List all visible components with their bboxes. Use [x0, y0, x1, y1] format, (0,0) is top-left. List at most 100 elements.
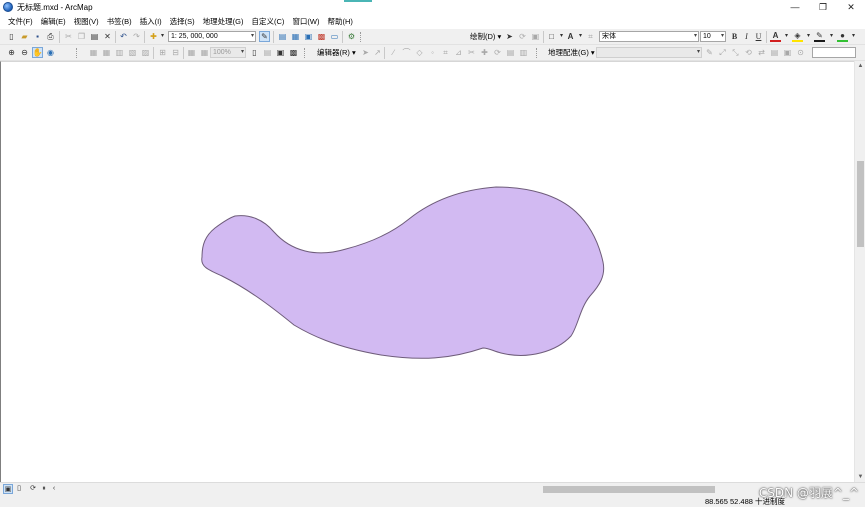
close-button[interactable]: ✕: [837, 0, 865, 14]
map-scale-combo[interactable]: 1: 25, 000, 000 ▾: [168, 31, 256, 42]
attributes-icon[interactable]: ▤: [505, 47, 516, 58]
menu-windows[interactable]: 窗口(W): [288, 14, 323, 29]
marker-color-dropdown-icon[interactable]: ▾: [848, 31, 859, 42]
search-window-icon[interactable]: ▣: [303, 31, 314, 42]
underline-button[interactable]: U: [753, 31, 764, 42]
arctoolbox-icon[interactable]: ▩: [316, 31, 327, 42]
toolbar-grip[interactable]: [360, 32, 363, 42]
delete-links-icon[interactable]: ⤡: [730, 47, 741, 58]
open-folder-icon[interactable]: ▰: [19, 31, 30, 42]
marker-color-icon[interactable]: ●: [837, 31, 848, 42]
pan-hand-icon[interactable]: ✋: [32, 47, 43, 58]
georef-layer-combo[interactable]: ▾: [596, 47, 702, 58]
layout-zoom-out-icon[interactable]: ⊟: [170, 47, 181, 58]
zoom-to-selected-icon[interactable]: ▣: [530, 31, 541, 42]
zoom-percent-combo[interactable]: 100% ▾: [210, 47, 246, 58]
table-of-contents-icon[interactable]: ▤: [277, 31, 288, 42]
copy-icon[interactable]: ❐: [76, 31, 87, 42]
map-polygon-feature[interactable]: [201, 186, 605, 359]
edit-vertices-icon[interactable]: ⌗: [585, 31, 596, 42]
font-size-combo[interactable]: 10 ▾: [700, 31, 726, 42]
toolbar-grip[interactable]: [536, 48, 539, 58]
menu-bookmarks[interactable]: 书签(B): [103, 14, 136, 29]
go-back-icon[interactable]: ▥: [114, 47, 125, 58]
layout-view-icon[interactable]: ▯: [14, 484, 24, 494]
menu-selection[interactable]: 选择(S): [166, 14, 199, 29]
font-color-dropdown-icon[interactable]: ▾: [781, 31, 792, 42]
fill-color-icon[interactable]: ◈: [792, 31, 803, 42]
reshape-icon[interactable]: ⊿: [453, 47, 464, 58]
rotate-raster-icon[interactable]: ⟲: [743, 47, 754, 58]
modelbuilder-icon[interactable]: ⚙: [346, 31, 357, 42]
refresh-icon[interactable]: ⟳: [28, 484, 38, 494]
scroll-down-icon[interactable]: ▼: [855, 472, 865, 482]
vertical-scroll-thumb[interactable]: [857, 161, 864, 247]
menu-customize[interactable]: 自定义(C): [248, 14, 289, 29]
drawing-menu[interactable]: 绘制(D) ▾: [470, 31, 501, 42]
fill-color-dropdown-icon[interactable]: ▾: [803, 31, 814, 42]
zoom-out-icon[interactable]: ⊖: [19, 47, 30, 58]
delete-icon[interactable]: ✕: [102, 31, 113, 42]
data-view-icon[interactable]: ▣: [3, 484, 13, 494]
rotate-feature-icon[interactable]: ⟳: [492, 47, 503, 58]
menu-insert[interactable]: 插入(I): [136, 14, 166, 29]
georeferencing-menu[interactable]: 地理配准(G) ▾: [548, 47, 595, 58]
undo-icon[interactable]: ↶: [118, 31, 129, 42]
scroll-up-icon[interactable]: ▲: [855, 61, 865, 71]
add-data-dropdown-icon[interactable]: ▾: [157, 31, 168, 42]
horizontal-scrollbar[interactable]: [60, 485, 854, 494]
paste-icon[interactable]: ▤: [89, 31, 100, 42]
minimize-button[interactable]: —: [781, 0, 809, 14]
toolbar-grip[interactable]: [304, 48, 307, 58]
scroll-left-icon[interactable]: ‹: [49, 484, 59, 494]
go-forward-icon[interactable]: ▧: [127, 47, 138, 58]
cut-polygons-icon[interactable]: ✂: [466, 47, 477, 58]
edit-tool-icon[interactable]: ➤: [360, 47, 371, 58]
zoom-whole-page-icon[interactable]: ▦: [199, 47, 210, 58]
italic-button[interactable]: I: [741, 31, 752, 42]
print-icon[interactable]: ⎙: [45, 31, 56, 42]
layout-zoom-in-icon[interactable]: ⊞: [157, 47, 168, 58]
map-display[interactable]: [0, 61, 865, 482]
shift-raster-icon[interactable]: ⇄: [756, 47, 767, 58]
line-color-icon[interactable]: ✎: [814, 31, 825, 42]
link-table-icon[interactable]: ▤: [769, 47, 780, 58]
save-icon[interactable]: ▪: [32, 31, 43, 42]
straight-segment-icon[interactable]: ∕: [388, 47, 399, 58]
fixed-zoom-in-icon[interactable]: ▦: [88, 47, 99, 58]
pause-drawing-icon[interactable]: ⏸: [39, 484, 49, 494]
rotate-icon[interactable]: ⟳: [517, 31, 528, 42]
menu-help[interactable]: 帮助(H): [324, 14, 357, 29]
split-icon[interactable]: ✚: [479, 47, 490, 58]
data-driven-pages-icon[interactable]: ▩: [288, 47, 299, 58]
toolbar-grip[interactable]: [76, 48, 79, 58]
end-point-arc-icon[interactable]: ⌒: [401, 47, 412, 58]
redo-icon[interactable]: ↷: [131, 31, 142, 42]
toggle-draft-mode-icon[interactable]: ▯: [249, 47, 260, 58]
zoom-in-icon[interactable]: ⊕: [6, 47, 17, 58]
bold-button[interactable]: B: [729, 31, 740, 42]
trace-icon[interactable]: ◇: [414, 47, 425, 58]
menu-edit[interactable]: 编辑(E): [37, 14, 70, 29]
editor-menu[interactable]: 编辑器(R) ▾: [317, 47, 356, 58]
python-window-icon[interactable]: ▭: [329, 31, 340, 42]
georef-value-input[interactable]: [812, 47, 856, 58]
focus-data-frame-icon[interactable]: ▤: [262, 47, 273, 58]
select-features-icon[interactable]: ▨: [140, 47, 151, 58]
fixed-zoom-out-icon[interactable]: ▦: [101, 47, 112, 58]
sketch-properties-icon[interactable]: ▥: [518, 47, 529, 58]
link-icon[interactable]: ⤢: [717, 47, 728, 58]
menu-view[interactable]: 视图(V): [70, 14, 103, 29]
change-layout-icon[interactable]: ▣: [275, 47, 286, 58]
catalog-icon[interactable]: ▦: [290, 31, 301, 42]
new-document-icon[interactable]: ▯: [6, 31, 17, 42]
select-elements-icon[interactable]: ➤: [504, 31, 515, 42]
editor-toolbar-icon[interactable]: ✎: [259, 31, 270, 42]
menu-geoprocessing[interactable]: 地理处理(G): [199, 14, 248, 29]
full-extent-icon[interactable]: ◉: [45, 47, 56, 58]
edit-annotation-icon[interactable]: ↗: [372, 47, 383, 58]
add-control-points-icon[interactable]: ✎: [704, 47, 715, 58]
horizontal-scroll-thumb[interactable]: [543, 486, 715, 493]
vertical-scrollbar[interactable]: ▲ ▼: [854, 61, 865, 482]
point-icon[interactable]: ◦: [427, 47, 438, 58]
